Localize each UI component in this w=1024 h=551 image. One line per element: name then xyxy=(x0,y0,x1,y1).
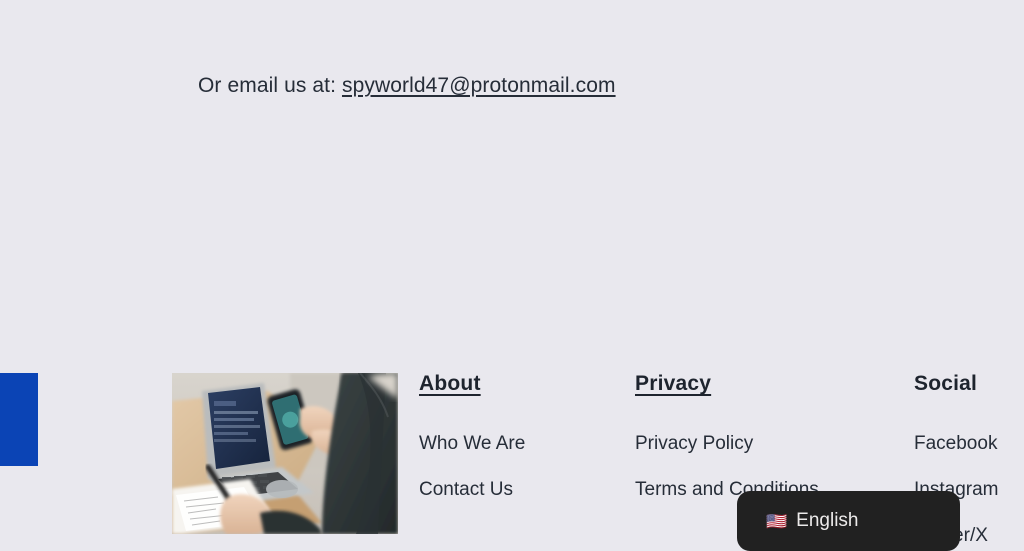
contact-email-link[interactable]: spyworld47@protonmail.com xyxy=(342,74,616,97)
contact-label: Or email us at: xyxy=(198,74,337,97)
footer-link-facebook[interactable]: Facebook xyxy=(914,432,998,456)
language-selector[interactable]: 🇺🇸 English xyxy=(737,491,960,551)
footer-heading-about[interactable]: About xyxy=(419,371,525,397)
footer-column-privacy: Privacy Privacy Policy Terms and Conditi… xyxy=(635,371,819,502)
us-flag-icon: 🇺🇸 xyxy=(766,511,788,531)
language-selector-label: English xyxy=(796,510,859,531)
footer-photo xyxy=(172,373,398,534)
footer-heading-social[interactable]: Social xyxy=(914,371,998,397)
footer-link-contact-us[interactable]: Contact Us xyxy=(419,478,525,502)
page-root: Or email us at: spyworld47@protonmail.co… xyxy=(0,0,1024,551)
footer-link-privacy-policy[interactable]: Privacy Policy xyxy=(635,432,819,456)
desk-workspace-illustration xyxy=(172,373,398,534)
blue-accent-block xyxy=(0,373,38,466)
footer-heading-privacy[interactable]: Privacy xyxy=(635,371,819,397)
footer-link-who-we-are[interactable]: Who We Are xyxy=(419,432,525,456)
contact-email-line: Or email us at: spyworld47@protonmail.co… xyxy=(198,70,616,101)
footer-column-about: About Who We Are Contact Us xyxy=(419,371,525,502)
